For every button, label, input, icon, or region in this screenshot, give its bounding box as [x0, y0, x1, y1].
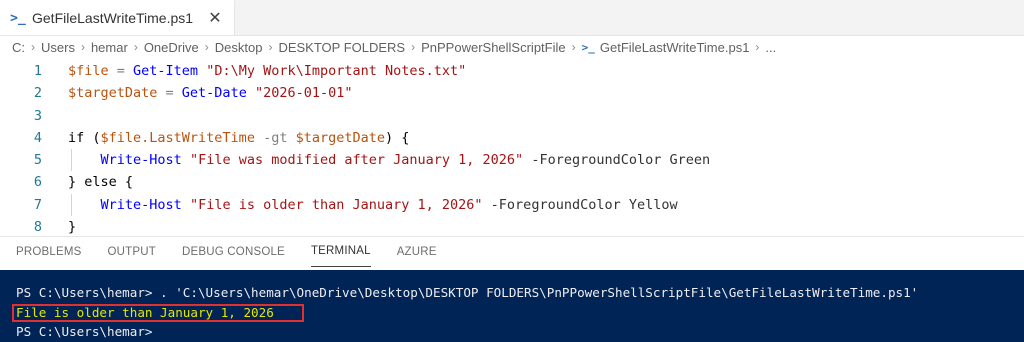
- code-line[interactable]: 2 $targetDate = Get-Date "2026-01-01": [0, 82, 1024, 104]
- chevron-right-icon: ›: [31, 40, 35, 54]
- chevron-right-icon: ›: [268, 40, 273, 54]
- line-number: 5: [33, 152, 42, 169]
- code-token: -gt: [254, 129, 296, 146]
- line-number: 7: [33, 196, 42, 213]
- chevron-right-icon: ›: [80, 40, 85, 54]
- code-token: $targetDate: [295, 129, 385, 146]
- chevron-right-icon: ›: [755, 40, 760, 54]
- tab-label: GetFileLastWriteTime.ps1: [32, 10, 194, 26]
- chevron-right-icon: ›: [133, 40, 138, 54]
- code-line[interactable]: 3: [0, 105, 1024, 127]
- line-number: 1: [33, 63, 42, 79]
- code-token: $targetDate: [68, 85, 158, 102]
- code-text: Write-Host "File is older than January 1…: [68, 194, 678, 216]
- highlight-box: [12, 304, 304, 322]
- close-icon[interactable]: ✕: [204, 7, 226, 29]
- line-number: 4: [33, 129, 42, 146]
- code-token: Write-Host: [100, 196, 182, 213]
- tab-terminal[interactable]: TERMINAL: [310, 237, 371, 267]
- code-token: Get-Date: [181, 85, 247, 102]
- editor-tab-bar: >_ GetFileLastWriteTime.ps1 ✕: [0, 0, 1024, 36]
- tab-azure[interactable]: AZURE: [397, 237, 437, 267]
- tab-debug-console[interactable]: DEBUG CONSOLE: [182, 237, 285, 267]
- code-token: "D:\My Work\Important Notes.txt": [206, 63, 467, 79]
- code-text: Write-Host "File was modified after Janu…: [68, 149, 711, 171]
- code-line[interactable]: 1 $file = Get-Item "D:\My Work\Important …: [0, 60, 1024, 82]
- code-line[interactable]: 4 if ($file.LastWriteTime -gt $targetDate…: [0, 127, 1024, 149]
- code-token: }: [68, 219, 77, 236]
- code-text: $targetDate = Get-Date "2026-01-01": [68, 82, 353, 104]
- code-token: -ForegroundColor Yellow: [482, 196, 678, 213]
- chevron-right-icon: ›: [411, 40, 416, 54]
- code-line[interactable]: 7 Write-Host "File is older than January…: [0, 193, 1024, 217]
- code-token: if (: [68, 129, 101, 146]
- chevron-right-icon: ›: [571, 40, 576, 54]
- breadcrumb-item-users[interactable]: Users: [41, 40, 75, 55]
- code-token: =: [157, 85, 182, 102]
- code-token: Write-Host: [100, 152, 182, 169]
- breadcrumb-item-file[interactable]: GetFileLastWriteTime.ps1: [600, 40, 750, 55]
- code-line[interactable]: 5 Write-Host "File was modified after Ja…: [0, 149, 1024, 172]
- code-editor[interactable]: 1 $file = Get-Item "D:\My Work\Important …: [0, 60, 1024, 236]
- line-number: 6: [33, 174, 42, 191]
- code-token: "File was modified after January 1, 2026…: [189, 152, 524, 169]
- code-text: } else {: [68, 171, 133, 193]
- code-line[interactable]: 6 } else {: [0, 171, 1024, 193]
- powershell-icon: >_: [581, 40, 595, 54]
- breadcrumb-item-desktop-folders[interactable]: DESKTOP FOLDERS: [278, 40, 405, 55]
- code-token: ) {: [385, 129, 410, 146]
- code-text: $file = Get-Item "D:\My Work\Important N…: [68, 60, 466, 82]
- terminal[interactable]: PS C:\Users\hemar> . 'C:\Users\hemar\One…: [0, 270, 1024, 342]
- code-token: =: [108, 63, 134, 79]
- code-token: Get-Item: [133, 63, 199, 79]
- line-number: 2: [33, 85, 42, 102]
- code-text: if ($file.LastWriteTime -gt $targetDate)…: [68, 127, 409, 149]
- breadcrumb-item-pnp-folder[interactable]: PnPPowerShellScriptFile: [421, 40, 566, 55]
- breadcrumb: C: › Users › hemar › OneDrive › Desktop …: [0, 36, 1024, 58]
- chevron-right-icon: ›: [204, 40, 209, 54]
- terminal-prompt-line: PS C:\Users\hemar>: [16, 324, 153, 339]
- code-token: "2026-01-01": [254, 85, 353, 102]
- tab-output[interactable]: OUTPUT: [108, 237, 156, 267]
- breadcrumb-item-desktop[interactable]: Desktop: [215, 40, 263, 55]
- code-token: } else {: [68, 174, 134, 191]
- powershell-icon: >_: [10, 10, 26, 26]
- terminal-command-line: PS C:\Users\hemar> . 'C:\Users\hemar\One…: [16, 285, 919, 300]
- tab-problems[interactable]: PROBLEMS: [16, 237, 82, 267]
- breadcrumb-item-drive[interactable]: C:: [12, 40, 25, 55]
- code-token: -ForegroundColor Green: [523, 152, 711, 169]
- breadcrumb-item-onedrive[interactable]: OneDrive: [144, 40, 199, 55]
- code-token: $file.LastWriteTime: [100, 129, 255, 146]
- tab-getfilelastwritetime[interactable]: >_ GetFileLastWriteTime.ps1 ✕: [0, 0, 235, 35]
- code-token: "File is older than January 1, 2026": [189, 196, 483, 213]
- panel-tab-bar: PROBLEMS OUTPUT DEBUG CONSOLE TERMINAL A…: [0, 236, 1024, 267]
- breadcrumb-item-more[interactable]: ...: [765, 40, 776, 55]
- code-token: $file: [68, 63, 109, 79]
- line-number: 3: [33, 107, 42, 124]
- breadcrumb-item-hemar[interactable]: hemar: [91, 40, 128, 55]
